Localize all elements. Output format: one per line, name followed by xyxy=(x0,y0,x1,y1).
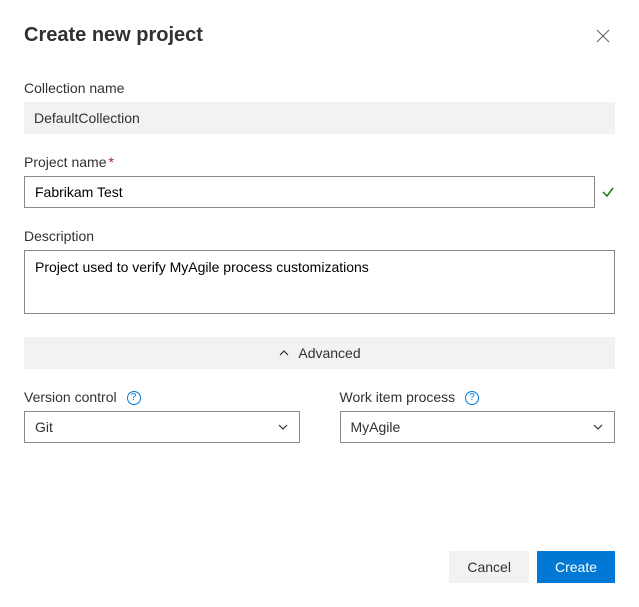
chevron-up-icon xyxy=(278,347,290,359)
advanced-section: Version control ? Git Work item process … xyxy=(24,389,615,443)
dialog-header: Create new project xyxy=(24,24,615,48)
create-project-dialog: Create new project Collection name Defau… xyxy=(0,0,639,607)
cancel-button[interactable]: Cancel xyxy=(449,551,529,583)
close-icon xyxy=(596,29,610,43)
work-item-process-select[interactable]: MyAgile xyxy=(340,411,616,443)
create-button[interactable]: Create xyxy=(537,551,615,583)
collection-value: DefaultCollection xyxy=(24,102,615,134)
collection-label: Collection name xyxy=(24,80,615,96)
help-icon[interactable]: ? xyxy=(127,391,141,405)
work-item-process-label: Work item process ? xyxy=(340,389,616,405)
advanced-toggle[interactable]: Advanced xyxy=(24,337,615,369)
version-control-label: Version control ? xyxy=(24,389,300,405)
version-control-field: Version control ? Git xyxy=(24,389,300,443)
help-icon[interactable]: ? xyxy=(465,391,479,405)
project-name-label: Project name* xyxy=(24,154,615,170)
dialog-title: Create new project xyxy=(24,24,203,47)
version-control-value: Git xyxy=(35,419,53,435)
close-button[interactable] xyxy=(591,24,615,48)
chevron-down-icon xyxy=(277,421,289,433)
required-asterisk: * xyxy=(108,154,113,170)
advanced-label: Advanced xyxy=(298,345,360,361)
project-name-field: Project name* xyxy=(24,154,615,208)
chevron-down-icon xyxy=(592,421,604,433)
dialog-footer: Cancel Create xyxy=(449,551,615,583)
work-item-process-field: Work item process ? MyAgile xyxy=(340,389,616,443)
project-name-input[interactable] xyxy=(24,176,595,208)
description-label: Description xyxy=(24,228,615,244)
work-item-process-value: MyAgile xyxy=(351,419,401,435)
description-field: Description xyxy=(24,228,615,317)
check-icon xyxy=(601,185,615,199)
version-control-select[interactable]: Git xyxy=(24,411,300,443)
description-input[interactable] xyxy=(24,250,615,314)
collection-field: Collection name DefaultCollection xyxy=(24,80,615,134)
